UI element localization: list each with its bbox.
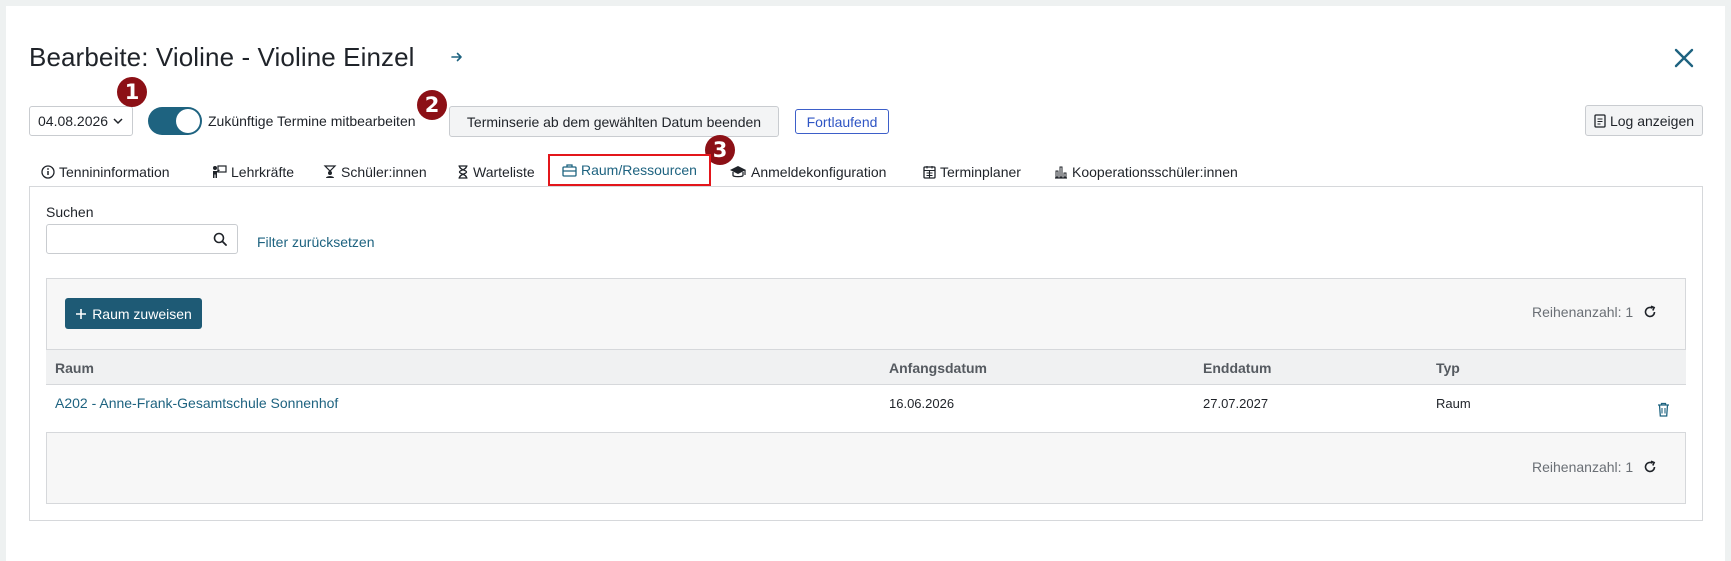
calendar-icon [923, 166, 936, 179]
tab-label: Schüler:innen [341, 164, 427, 180]
date-value: 04.08.2026 [38, 113, 109, 129]
tab-label: Lehrkräfte [231, 164, 295, 180]
search-icon[interactable] [213, 232, 227, 246]
tab-anmeldekonfiguration[interactable]: Anmeldekonfiguration [729, 157, 886, 187]
row-count-top: Reihenanzahl: 1 [1532, 304, 1657, 320]
reset-filter-link[interactable]: Filter zurücksetzen [257, 234, 374, 250]
status-badge: Fortlaufend [795, 109, 889, 134]
log-button-label: Log anzeigen [1609, 112, 1695, 129]
log-button[interactable]: Log anzeigen [1585, 105, 1703, 136]
type-cell: Raum [1436, 396, 1471, 411]
info-icon [41, 165, 55, 179]
column-header-anfangsdatum[interactable]: Anfangsdatum [889, 360, 987, 376]
trash-icon[interactable] [1657, 402, 1670, 417]
search-field[interactable] [46, 224, 238, 254]
tab-label: Warteliste [473, 164, 535, 180]
students-icon [323, 165, 337, 178]
row-count-text: Reihenanzahl: 1 [1532, 304, 1634, 320]
tab-schueler[interactable]: Schüler:innen [323, 157, 427, 187]
refresh-icon[interactable] [1643, 305, 1657, 319]
column-header-typ[interactable]: Typ [1436, 360, 1460, 376]
tab-warteliste[interactable]: Warteliste [457, 157, 535, 187]
room-link[interactable]: A202 - Anne-Frank-Gesamtschule Sonnenhof [55, 395, 338, 411]
briefcase-icon [562, 164, 577, 177]
tab-label: Kooperationsschüler:innen [1072, 164, 1238, 180]
annotation-marker-1: 1 [117, 77, 147, 107]
assign-room-button[interactable]: Raum zuweisen [65, 298, 202, 329]
teacher-icon [213, 165, 227, 178]
end-series-button[interactable]: Terminserie ab dem gewählten Datum beend… [449, 106, 779, 137]
date-select[interactable]: 04.08.2026 [29, 106, 133, 136]
toggle-label: Zukünftige Termine mitbearbeiten [208, 113, 416, 129]
arrow-right-icon[interactable] [449, 49, 465, 65]
column-header-raum[interactable]: Raum [55, 360, 94, 376]
tab-raum-ressourcen[interactable]: Raum/Ressourcen [548, 154, 711, 186]
search-label: Suchen [46, 204, 94, 220]
chevron-down-icon [113, 118, 123, 125]
search-input[interactable] [47, 225, 197, 253]
tab-label: Anmeldekonfiguration [751, 164, 887, 180]
tab-termininformation[interactable]: Tennininformation [41, 157, 170, 187]
tab-lehrkraefte[interactable]: Lehrkräfte [211, 157, 294, 187]
hourglass-icon [458, 165, 468, 179]
tab-terminplaner[interactable]: Terminplaner [923, 157, 1021, 187]
toggle-knob [176, 109, 200, 133]
page-title: Bearbeite: Violine - Violine Einzel [29, 42, 415, 72]
end-date-cell: 27.07.2027 [1203, 396, 1269, 411]
assign-room-label: Raum zuweisen [92, 305, 192, 322]
bar-chart-icon [1055, 166, 1067, 179]
tab-label: Terminplaner [940, 164, 1021, 180]
table-row: A202 - Anne-Frank-Gesamtschule Sonnenhof… [46, 385, 1686, 433]
close-icon[interactable] [1672, 46, 1696, 70]
row-count-bottom: Reihenanzahl: 1 [1532, 459, 1657, 475]
refresh-icon[interactable] [1643, 460, 1657, 474]
annotation-marker-2: 2 [417, 90, 447, 120]
tab-kooperationsschueler[interactable]: Kooperationsschüler:innen [1054, 157, 1238, 187]
graduation-cap-icon [730, 166, 746, 178]
row-count-text: Reihenanzahl: 1 [1532, 459, 1634, 475]
tab-label: Tennininformation [59, 164, 170, 180]
future-appointments-toggle[interactable] [148, 107, 202, 135]
table-header: Raum Anfangsdatum Enddatum Typ [46, 349, 1686, 385]
document-icon [1594, 113, 1606, 128]
column-header-enddatum[interactable]: Enddatum [1203, 360, 1271, 376]
plus-icon [76, 308, 87, 319]
tab-label: Raum/Ressourcen [581, 162, 697, 178]
start-date-cell: 16.06.2026 [889, 396, 955, 411]
